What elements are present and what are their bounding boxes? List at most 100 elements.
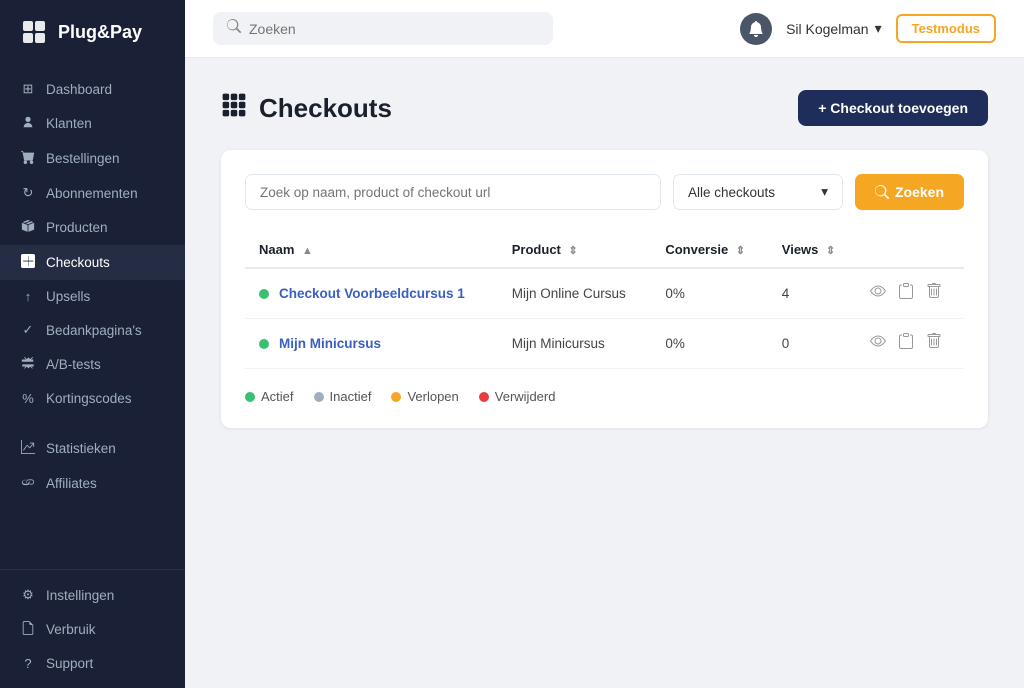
- dashboard-icon: ⊞: [20, 81, 36, 97]
- sort-product-icon: ⇕: [569, 245, 578, 257]
- table-row: Mijn Minicursus Mijn Minicursus 0% 0: [245, 319, 964, 369]
- statistieken-icon: [20, 440, 36, 457]
- notification-button[interactable]: [740, 13, 772, 45]
- verlopen-dot: [391, 392, 401, 402]
- checkouts-icon: [20, 254, 36, 271]
- bedankpaginas-icon: ✓: [20, 322, 36, 338]
- checkout-link-0[interactable]: Checkout Voorbeeldcursus 1: [279, 286, 465, 301]
- sidebar-item-abonnementen[interactable]: ↻ Abonnementen: [0, 176, 185, 210]
- actief-dot: [245, 392, 255, 402]
- cell-actions-1: [856, 319, 964, 369]
- checkouts-card: Alle checkouts ▾ Zoeken Naam ▲: [221, 150, 988, 428]
- checkouts-grid-icon: [221, 92, 247, 124]
- sidebar-item-affiliates[interactable]: Affiliates: [0, 466, 185, 501]
- topbar-search-input[interactable]: [249, 21, 539, 37]
- sidebar: Plug&Pay ⊞ Dashboard Klanten Bestellinge…: [0, 0, 185, 688]
- upsells-icon: ↑: [20, 289, 36, 304]
- sort-naam-icon: ▲: [302, 245, 313, 257]
- sidebar-item-klanten[interactable]: Klanten: [0, 106, 185, 141]
- legend-verwijderd: Verwijderd: [479, 389, 556, 404]
- legend-verlopen: Verlopen: [391, 389, 458, 404]
- verlopen-label: Verlopen: [407, 389, 458, 404]
- instellingen-icon: ⚙: [20, 587, 36, 603]
- testmode-button[interactable]: Testmodus: [896, 14, 996, 43]
- abonnementen-icon: ↻: [20, 185, 36, 201]
- cell-views-0: 4: [768, 268, 856, 319]
- copy-icon-0[interactable]: [898, 283, 914, 304]
- sidebar-item-label: Verbruik: [46, 622, 96, 637]
- page-title: Checkouts: [259, 93, 392, 124]
- sidebar-item-statistieken[interactable]: Statistieken: [0, 431, 185, 466]
- sidebar-item-support[interactable]: ? Support: [0, 647, 185, 680]
- delete-icon-1[interactable]: [926, 333, 942, 354]
- sidebar-item-label: Instellingen: [46, 588, 114, 603]
- inactief-label: Inactief: [330, 389, 372, 404]
- sidebar-item-dashboard[interactable]: ⊞ Dashboard: [0, 72, 185, 106]
- sidebar-item-bedankpaginas[interactable]: ✓ Bedankpagina's: [0, 313, 185, 347]
- sidebar-item-abtests[interactable]: A/B-tests: [0, 347, 185, 382]
- sidebar-item-label: Producten: [46, 220, 108, 235]
- page-title-wrap: Checkouts: [221, 92, 392, 124]
- add-checkout-button[interactable]: + Checkout toevoegen: [798, 90, 988, 126]
- dropdown-label: Alle checkouts: [688, 185, 775, 200]
- sidebar-item-kortingscodes[interactable]: % Kortingscodes: [0, 382, 185, 415]
- delete-icon-0[interactable]: [926, 283, 942, 304]
- cell-views-1: 0: [768, 319, 856, 369]
- checkouts-table: Naam ▲ Product ⇕ Conversie ⇕: [245, 232, 964, 369]
- sidebar-item-label: Klanten: [46, 116, 92, 131]
- verwijderd-dot: [479, 392, 489, 402]
- cell-naam-1: Mijn Minicursus: [245, 319, 498, 369]
- status-legend: Actief Inactief Verlopen Verwijderd: [245, 389, 964, 404]
- sidebar-item-label: Checkouts: [46, 255, 110, 270]
- sidebar-item-checkouts[interactable]: Checkouts: [0, 245, 185, 280]
- view-icon-0[interactable]: [870, 283, 886, 304]
- bestellingen-icon: [20, 150, 36, 167]
- sidebar-item-bestellingen[interactable]: Bestellingen: [0, 141, 185, 176]
- sidebar-item-instellingen[interactable]: ⚙ Instellingen: [0, 578, 185, 612]
- content-area: Checkouts + Checkout toevoegen Alle chec…: [185, 58, 1024, 688]
- sidebar-item-label: A/B-tests: [46, 357, 101, 372]
- verbruik-icon: [20, 621, 36, 638]
- sidebar-item-verbruik[interactable]: Verbruik: [0, 612, 185, 647]
- producten-icon: [20, 219, 36, 236]
- filter-bar: Alle checkouts ▾ Zoeken: [245, 174, 964, 210]
- col-conversie[interactable]: Conversie ⇕: [651, 232, 767, 268]
- sidebar-item-label: Upsells: [46, 289, 90, 304]
- sidebar-item-label: Support: [46, 656, 93, 671]
- logo-icon: [20, 18, 48, 46]
- chevron-down-icon: ▾: [821, 184, 828, 200]
- sidebar-item-producten[interactable]: Producten: [0, 210, 185, 245]
- search-icon: [227, 19, 241, 38]
- view-icon-1[interactable]: [870, 333, 886, 354]
- col-naam[interactable]: Naam ▲: [245, 232, 498, 268]
- topbar-right: Sil Kogelman ▾ Testmodus: [740, 13, 996, 45]
- verwijderd-label: Verwijderd: [495, 389, 556, 404]
- main-area: Sil Kogelman ▾ Testmodus Checkouts + Che…: [185, 0, 1024, 688]
- page-header: Checkouts + Checkout toevoegen: [221, 90, 988, 126]
- checkout-search-input[interactable]: [245, 174, 661, 210]
- legend-actief: Actief: [245, 389, 294, 404]
- user-name: Sil Kogelman: [786, 21, 869, 37]
- topbar-search-box[interactable]: [213, 12, 553, 45]
- col-views[interactable]: Views ⇕: [768, 232, 856, 268]
- abtests-icon: [20, 356, 36, 373]
- sidebar-item-label: Bedankpagina's: [46, 323, 142, 338]
- sidebar-bottom: ⚙ Instellingen Verbruik ? Support: [0, 569, 185, 688]
- table-row: Checkout Voorbeeldcursus 1 Mijn Online C…: [245, 268, 964, 319]
- affiliates-icon: [20, 475, 36, 492]
- sidebar-item-label: Bestellingen: [46, 151, 120, 166]
- user-menu[interactable]: Sil Kogelman ▾: [786, 20, 882, 37]
- col-product[interactable]: Product ⇕: [498, 232, 652, 268]
- cell-conversie-1: 0%: [651, 319, 767, 369]
- sort-conversie-icon: ⇕: [736, 245, 745, 257]
- col-actions: [856, 232, 964, 268]
- sidebar-item-upsells[interactable]: ↑ Upsells: [0, 280, 185, 313]
- checkout-search-button[interactable]: Zoeken: [855, 174, 964, 210]
- cell-actions-0: [856, 268, 964, 319]
- checkout-link-1[interactable]: Mijn Minicursus: [279, 336, 381, 351]
- logo[interactable]: Plug&Pay: [0, 0, 185, 64]
- copy-icon-1[interactable]: [898, 333, 914, 354]
- checkout-filter-dropdown[interactable]: Alle checkouts ▾: [673, 174, 843, 210]
- sidebar-item-label: Dashboard: [46, 82, 112, 97]
- cell-product-1: Mijn Minicursus: [498, 319, 652, 369]
